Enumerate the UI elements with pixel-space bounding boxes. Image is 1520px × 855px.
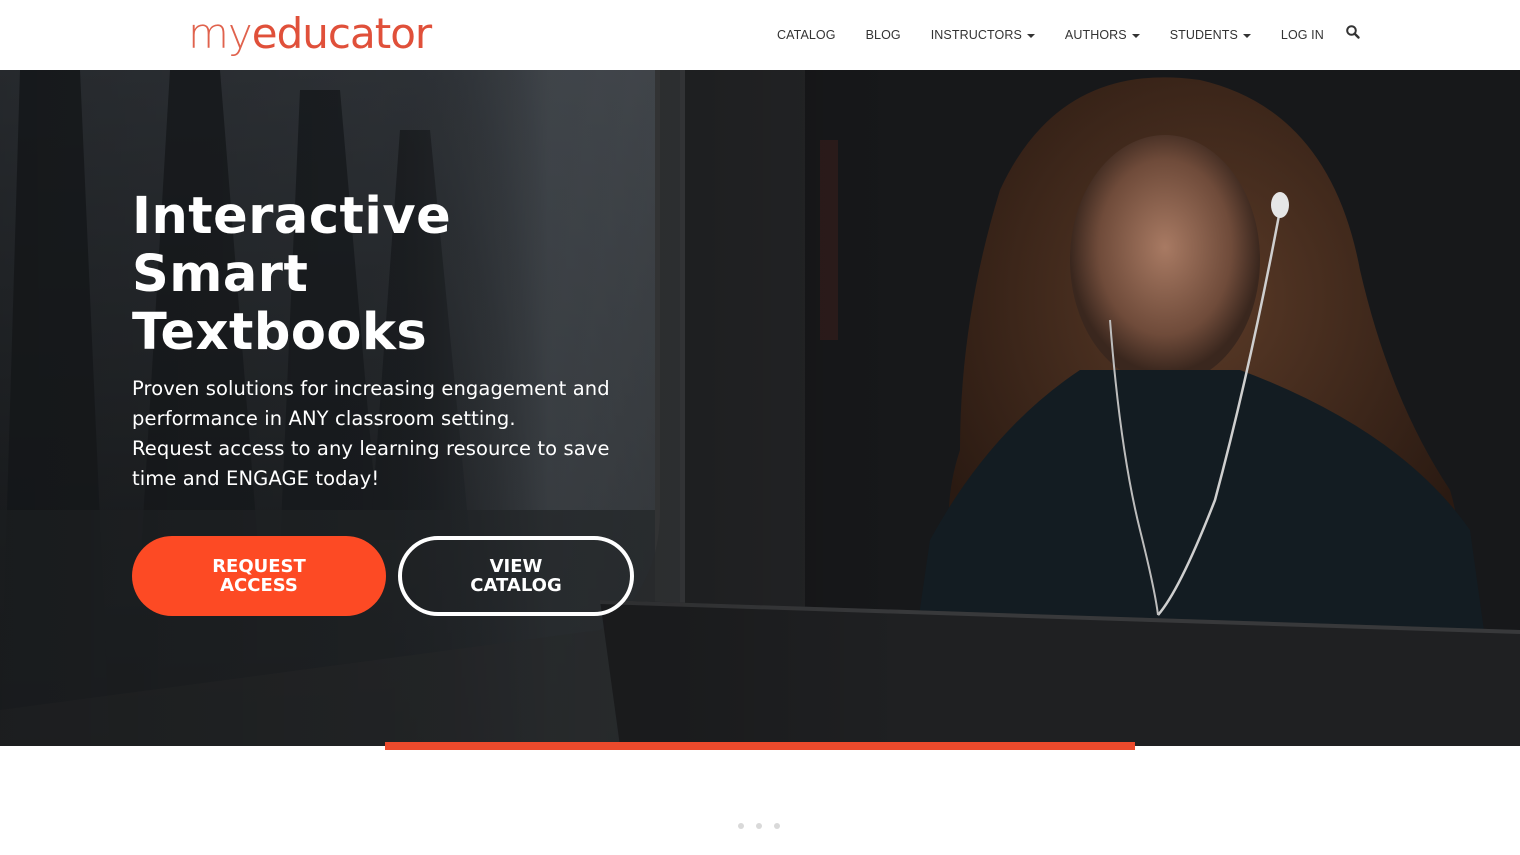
nav-catalog[interactable]: CATALOG — [762, 0, 851, 70]
view-catalog-label-line1: VIEW — [489, 556, 543, 577]
hero-subtitle-line: Proven solutions for increasing engageme… — [132, 377, 610, 400]
hero-content: Interactive Smart Textbooks Proven solut… — [132, 188, 672, 494]
nav-authors-dropdown[interactable]: AUTHORS — [1050, 0, 1155, 70]
hero-subtitle-line: performance in ANY classroom setting. — [132, 407, 516, 430]
hero-button-row: REQUEST ACCESS VIEW CATALOG — [132, 536, 634, 616]
caret-down-icon — [1242, 33, 1251, 38]
hero-title-line: Smart — [132, 245, 309, 304]
nav-instructors-dropdown[interactable]: INSTRUCTORS — [916, 0, 1050, 70]
nav-login[interactable]: LOG IN — [1266, 0, 1339, 70]
nav-blog-label: BLOG — [865, 28, 901, 42]
hero-subtitle-line: Request access to any learning resource … — [132, 437, 610, 460]
search-icon[interactable] — [1345, 24, 1361, 40]
nav-catalog-label: CATALOG — [777, 28, 836, 42]
hero-subtitle: Proven solutions for increasing engageme… — [132, 374, 672, 494]
request-access-label-line2: ACCESS — [220, 575, 298, 596]
caret-down-icon — [1131, 33, 1140, 38]
logo-suffix: educator — [251, 9, 432, 58]
carousel-dot[interactable] — [738, 823, 744, 829]
carousel-dot[interactable] — [756, 823, 762, 829]
view-catalog-label-line2: CATALOG — [470, 575, 562, 596]
view-catalog-button[interactable]: VIEW CATALOG — [398, 536, 634, 616]
accent-divider-bar — [385, 742, 1135, 750]
hero-title-line: Interactive — [132, 187, 452, 246]
request-access-label-line1: REQUEST — [212, 556, 306, 577]
caret-down-icon — [1026, 33, 1035, 38]
main-nav: CATALOG BLOG INSTRUCTORS AUTHORS STUDENT… — [762, 0, 1361, 70]
myeducator-logo[interactable]: myeducator — [188, 6, 432, 62]
nav-students-dropdown[interactable]: STUDENTS — [1155, 0, 1266, 70]
top-navbar: myeducator CATALOG BLOG INSTRUCTORS AUTH… — [0, 0, 1520, 70]
hero-title-line: Textbooks — [132, 303, 428, 362]
nav-instructors-label: INSTRUCTORS — [930, 28, 1022, 42]
hero-subtitle-line: time and ENGAGE today! — [132, 467, 380, 490]
nav-login-label: LOG IN — [1280, 28, 1324, 42]
carousel-dot[interactable] — [774, 823, 780, 829]
request-access-button[interactable]: REQUEST ACCESS — [132, 536, 386, 616]
carousel-dots — [738, 823, 780, 829]
nav-students-label: STUDENTS — [1169, 28, 1238, 42]
hero-title: Interactive Smart Textbooks — [132, 188, 672, 362]
nav-authors-label: AUTHORS — [1064, 28, 1127, 42]
nav-blog[interactable]: BLOG — [851, 0, 916, 70]
logo-prefix: my — [188, 9, 253, 58]
hero-section: Interactive Smart Textbooks Proven solut… — [0, 70, 1520, 746]
